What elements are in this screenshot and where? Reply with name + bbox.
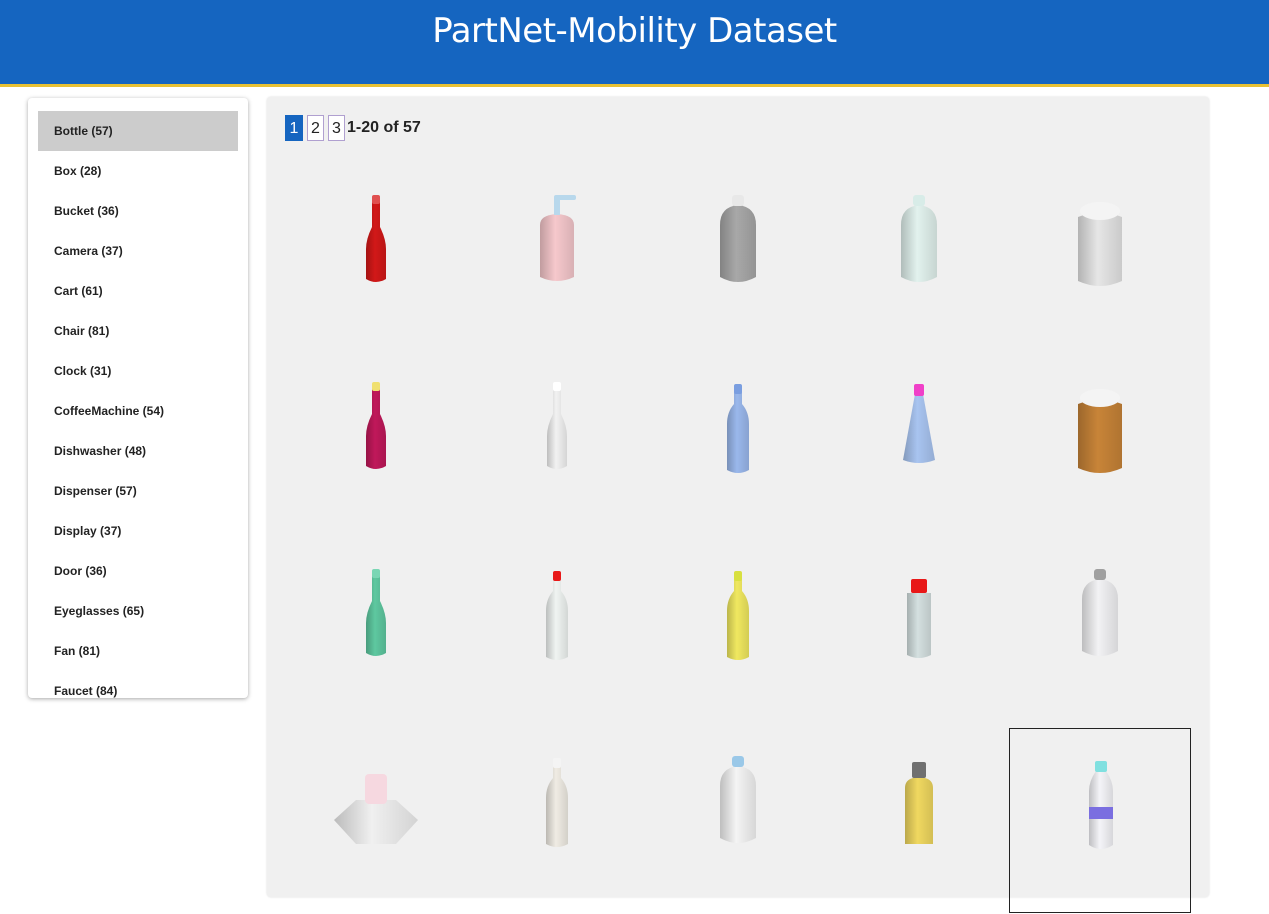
- pagination: 1 2 3 1-20 of 57: [285, 114, 421, 142]
- model-thumbnail-blue-bottle[interactable]: [647, 354, 829, 539]
- model-thumbnail-white-dropper-bottle[interactable]: [466, 728, 648, 913]
- model-thumbnail-pill-jar[interactable]: [1009, 354, 1191, 539]
- yellow-mouthwash-bottle-image: [905, 762, 933, 844]
- sidebar-item-dishwasher[interactable]: Dishwasher (48): [38, 431, 238, 471]
- model-gallery: 1 2 3 1-20 of 57: [267, 97, 1209, 913]
- pill-jar-image: [1078, 389, 1122, 473]
- site-header: PartNet-Mobility Dataset: [0, 0, 1269, 87]
- white-dropper-bottle-image: [546, 758, 568, 847]
- model-thumbnail-yellow-bottle[interactable]: [647, 541, 829, 726]
- page-2-button[interactable]: 2: [307, 115, 324, 141]
- pink-pump-bottle-image: [540, 195, 576, 281]
- sidebar-item-bucket[interactable]: Bucket (36): [38, 191, 238, 231]
- sidebar-item-clock[interactable]: Clock (31): [38, 351, 238, 391]
- category-list: Bottle (57) Box (28) Bucket (36) Camera (37…: [38, 111, 238, 698]
- milk-bottle-image: [720, 756, 756, 843]
- result-range: 1-20 of 57: [347, 119, 421, 136]
- sidebar-item-fan[interactable]: Fan (81): [38, 631, 238, 671]
- sidebar-item-bottle[interactable]: Bottle (57): [38, 111, 238, 151]
- blue-cone-bottle-image: [903, 384, 935, 463]
- sidebar-item-camera[interactable]: Camera (37): [38, 231, 238, 271]
- model-thumbnail-grey-jug[interactable]: [647, 167, 829, 352]
- sidebar-item-box[interactable]: Box (28): [38, 151, 238, 191]
- model-thumbnail-mint-bottle[interactable]: [285, 541, 467, 726]
- model-thumbnail-white-red-cap-bottle[interactable]: [466, 541, 648, 726]
- white-grey-cap-bottle-image: [1082, 569, 1118, 656]
- sidebar-item-eyeglasses[interactable]: Eyeglasses (65): [38, 591, 238, 631]
- category-sidebar[interactable]: Bottle (57) Box (28) Bucket (36) Camera (37…: [28, 98, 248, 698]
- page-title: PartNet-Mobility Dataset: [432, 11, 837, 51]
- mint-bottle-image: [366, 569, 386, 656]
- white-jug-handle-image: [901, 195, 937, 282]
- model-thumbnail-pink-pump-bottle[interactable]: [466, 167, 648, 352]
- hexagon-base-bottle-image: [334, 774, 418, 844]
- model-thumbnail-white-jar[interactable]: [1009, 167, 1191, 352]
- yellow-bottle-image: [727, 571, 749, 660]
- water-bottle-image: [1089, 761, 1113, 849]
- spray-bottle-image: [907, 579, 931, 658]
- grey-jug-image: [720, 195, 756, 282]
- sidebar-item-chair[interactable]: Chair (81): [38, 311, 238, 351]
- model-thumbnail-magenta-bottle[interactable]: [285, 354, 467, 539]
- page-3-button[interactable]: 3: [328, 115, 345, 141]
- blue-bottle-image: [727, 384, 749, 473]
- magenta-bottle-image: [366, 382, 386, 469]
- model-thumbnail-white-tall-bottle[interactable]: [466, 354, 648, 539]
- white-tall-bottle-image: [547, 382, 567, 469]
- red-wine-bottle-image: [366, 195, 386, 282]
- model-thumbnail-milk-bottle[interactable]: [647, 728, 829, 913]
- sidebar-item-door[interactable]: Door (36): [38, 551, 238, 591]
- model-thumbnail-yellow-mouthwash-bottle[interactable]: [828, 728, 1010, 913]
- sidebar-item-dispenser[interactable]: Dispenser (57): [38, 471, 238, 511]
- model-thumbnail-spray-bottle[interactable]: [828, 541, 1010, 726]
- model-thumbnail-water-bottle[interactable]: [1009, 728, 1191, 913]
- white-red-cap-bottle-image: [546, 571, 568, 660]
- sidebar-item-faucet[interactable]: Faucet (84): [38, 671, 238, 698]
- model-thumbnail-white-jug-handle[interactable]: [828, 167, 1010, 352]
- model-thumbnail-hexagon-base-bottle[interactable]: [285, 728, 467, 913]
- page-1-button[interactable]: 1: [285, 115, 303, 141]
- sidebar-item-coffeemachine[interactable]: CoffeeMachine (54): [38, 391, 238, 431]
- sidebar-item-cart[interactable]: Cart (61): [38, 271, 238, 311]
- white-jar-image: [1078, 202, 1122, 286]
- sidebar-item-display[interactable]: Display (37): [38, 511, 238, 551]
- model-thumbnail-red-wine-bottle[interactable]: [285, 167, 467, 352]
- model-thumbnail-blue-cone-bottle[interactable]: [828, 354, 1010, 539]
- model-thumbnail-white-grey-cap-bottle[interactable]: [1009, 541, 1191, 726]
